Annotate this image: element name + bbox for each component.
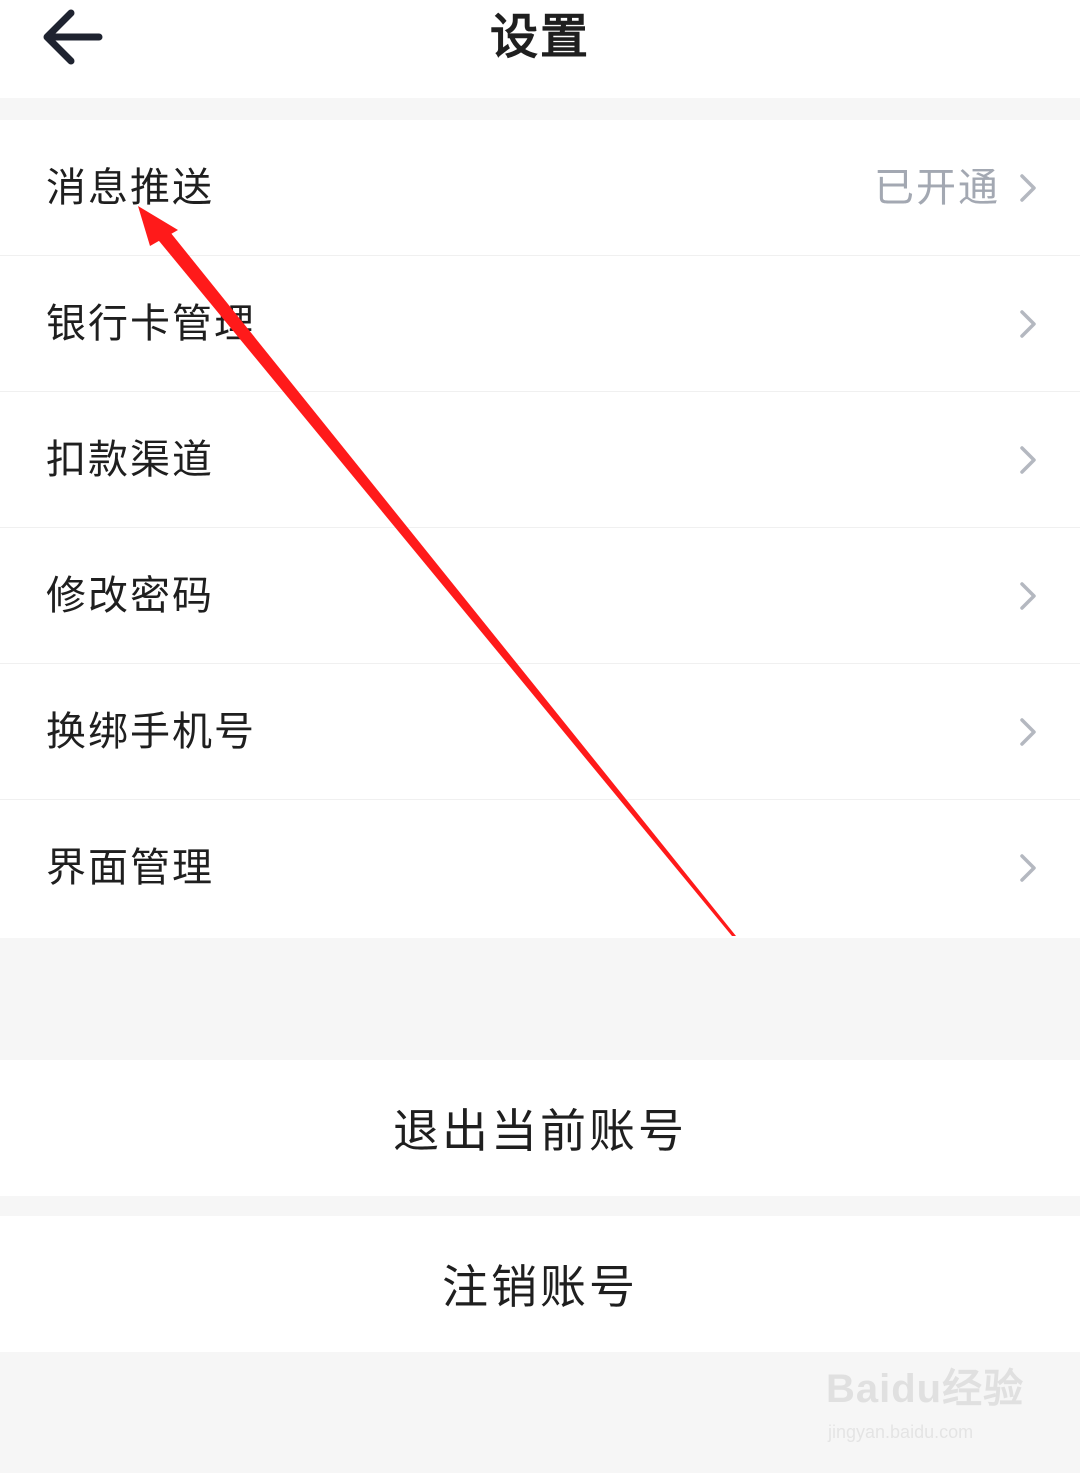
chevron-right-icon xyxy=(1020,854,1036,882)
settings-item-interface[interactable]: 界面管理 xyxy=(0,800,1080,938)
settings-item-label: 银行卡管理 xyxy=(46,301,256,347)
watermark-url: jingyan.baidu.com xyxy=(828,1422,974,1442)
settings-item-label: 消息推送 xyxy=(46,165,214,211)
chevron-right-icon xyxy=(1020,446,1036,474)
baidu-watermark: Baidu经验 jingyan.baidu.com xyxy=(826,1356,1026,1452)
status-text: 已开通 xyxy=(874,165,1000,211)
settings-item-deduction-channel[interactable]: 扣款渠道 xyxy=(0,392,1080,528)
header-bar: 设置 xyxy=(0,0,1080,98)
chevron-right-icon xyxy=(1020,718,1036,746)
settings-item-label: 换绑手机号 xyxy=(46,709,256,755)
settings-item-change-password[interactable]: 修改密码 xyxy=(0,528,1080,664)
chevron-right-icon xyxy=(1020,310,1036,338)
logout-button[interactable]: 退出当前账号 xyxy=(0,1060,1080,1196)
page-title: 设置 xyxy=(489,9,590,65)
settings-item-change-phone[interactable]: 换绑手机号 xyxy=(0,664,1080,800)
chevron-right-icon xyxy=(1020,582,1036,610)
watermark-brand: Baidu经验 xyxy=(826,1367,1025,1411)
settings-item-message-push[interactable]: 消息推送 已开通 xyxy=(0,120,1080,256)
settings-item-label: 界面管理 xyxy=(46,845,214,891)
settings-list: 消息推送 已开通 银行卡管理 扣款渠道 修改密码 换绑手机号 界面管理 xyxy=(0,120,1080,938)
settings-item-bank-card[interactable]: 银行卡管理 xyxy=(0,256,1080,392)
settings-item-label: 修改密码 xyxy=(46,573,214,619)
chevron-right-icon xyxy=(1020,174,1036,202)
deregister-account-button[interactable]: 注销账号 xyxy=(0,1216,1080,1352)
settings-item-label: 扣款渠道 xyxy=(46,437,214,483)
